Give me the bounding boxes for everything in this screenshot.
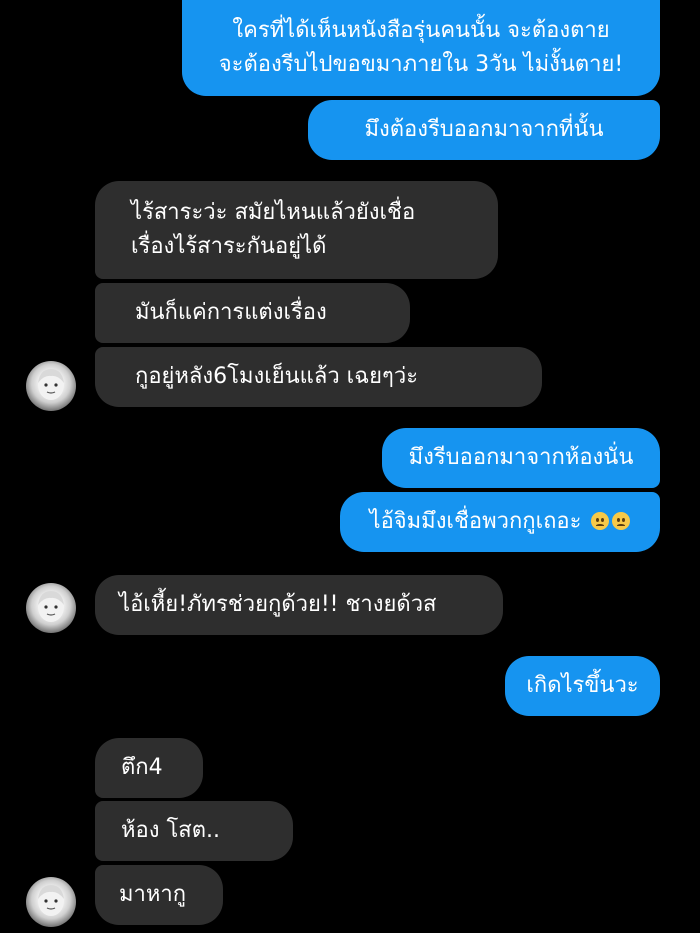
incoming-message[interactable]: มันก็แค่การแต่งเรื่อง <box>95 283 410 343</box>
outgoing-message[interactable]: ไอ้จิมมึงเชื่อพวกกูเถอะ <box>340 492 660 552</box>
incoming-message[interactable]: กูอยู่หลัง6โมงเย็นแล้ว เฉยๆว่ะ <box>95 347 542 407</box>
incoming-message[interactable]: ห้อง โสต.. <box>95 801 293 861</box>
incoming-message[interactable]: มาหากู <box>95 865 223 925</box>
incoming-message[interactable]: ตึก4 <box>95 738 203 798</box>
incoming-message[interactable]: ไอ้เหี้ย!ภัทรช่วยกูด้วย!! ชางยด้วส <box>95 575 503 635</box>
contact-avatar-icon <box>38 885 64 916</box>
chat-thread: ใครที่ได้เห็นหนังสือรุ่นคนนั้น จะต้องตาย… <box>0 0 700 933</box>
worried-face-emoji <box>612 512 631 530</box>
message-text: กูอยู่หลัง6โมงเย็นแล้ว เฉยๆว่ะ <box>135 364 419 389</box>
outgoing-message[interactable]: มึงรีบออกมาจากห้องนั่น <box>382 428 660 488</box>
message-text: ใครที่ได้เห็นหนังสือรุ่นคนนั้น จะต้องตาย <box>232 18 610 43</box>
contact-avatar[interactable] <box>26 583 76 633</box>
contact-avatar-icon <box>38 369 64 400</box>
message-text: ห้อง โสต.. <box>121 818 220 843</box>
pleading-face-emoji <box>591 512 610 530</box>
message-text: มึงรีบออกมาจากห้องนั่น <box>408 445 634 470</box>
message-text: ไร้สาระว่ะ สมัยไหนแล้วยังเชื่อ <box>131 200 416 225</box>
contact-avatar-icon <box>38 591 64 622</box>
message-text: มันก็แค่การแต่งเรื่อง <box>135 300 327 325</box>
message-text: เรื่องไร้สาระกันอยู่ได้ <box>131 234 327 259</box>
message-text: จะต้องรีบไปขอขมาภายใน 3วัน ไม่งั้นตาย! <box>218 52 624 77</box>
message-line: ไอ้จิมมึงเชื่อพวกกูเถอะ <box>340 505 660 539</box>
message-text: มาหากู <box>119 882 187 907</box>
contact-avatar[interactable] <box>26 877 76 927</box>
message-text: มึงต้องรีบออกมาจากที่นั้น <box>364 117 604 142</box>
outgoing-message[interactable]: มึงต้องรีบออกมาจากที่นั้น <box>308 100 660 160</box>
message-text: เกิดไรขึ้นวะ <box>526 673 639 698</box>
message-text: ไอ้เหี้ย!ภัทรช่วยกูด้วย!! ชางยด้วส <box>119 592 437 617</box>
outgoing-message[interactable]: เกิดไรขึ้นวะ <box>505 656 660 716</box>
contact-avatar[interactable] <box>26 361 76 411</box>
message-text: ตึก4 <box>121 755 163 780</box>
incoming-message[interactable]: ไร้สาระว่ะ สมัยไหนแล้วยังเชื่อ เรื่องไร้… <box>95 181 498 279</box>
message-text: ไอ้จิมมึงเชื่อพวกกูเถอะ <box>369 509 582 534</box>
outgoing-message[interactable]: ใครที่ได้เห็นหนังสือรุ่นคนนั้น จะต้องตาย… <box>182 0 660 96</box>
